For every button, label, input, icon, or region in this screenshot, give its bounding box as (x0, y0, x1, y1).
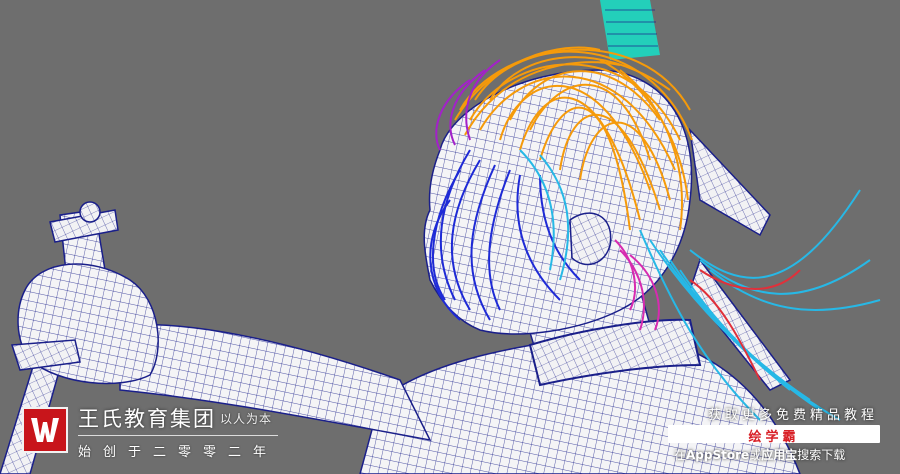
hair-ribbon (688, 127, 771, 237)
promo-suffix: 搜索下载 (797, 448, 846, 462)
promo-app-bar: 绘学霸 (668, 425, 880, 445)
promo-top-text: 获取更多免费精品教程 (707, 408, 878, 423)
promo-yyb: 应用宝 (761, 448, 798, 462)
brand-name: 王氏教育集团 (78, 407, 216, 431)
hair-knot (600, 0, 660, 60)
maya-viewport[interactable]: 王氏教育集团 以人为本 始创于二零零二年 获取更多免费精品教程 绘学霸 在App… (0, 0, 900, 474)
promo-appstore: AppStore (686, 448, 750, 462)
ear (569, 212, 612, 266)
promo-bottom-text: 在AppStore或应用宝搜索下载 (674, 446, 845, 463)
promo-prefix: 在 (674, 448, 687, 462)
brand-watermark: 王氏教育集团 以人为本 始创于二零零二年 (22, 405, 322, 467)
promo-watermark: 获取更多免费精品教程 绘学霸 在AppStore或应用宝搜索下载 (668, 404, 884, 470)
promo-app-name: 绘学霸 (748, 430, 800, 445)
brand-founded: 始创于二零零二年 (78, 445, 279, 460)
brand-logo (22, 407, 68, 453)
brand-slogan: 以人为本 (220, 412, 273, 426)
promo-or: 或 (749, 448, 762, 462)
brand-divider (78, 435, 278, 436)
